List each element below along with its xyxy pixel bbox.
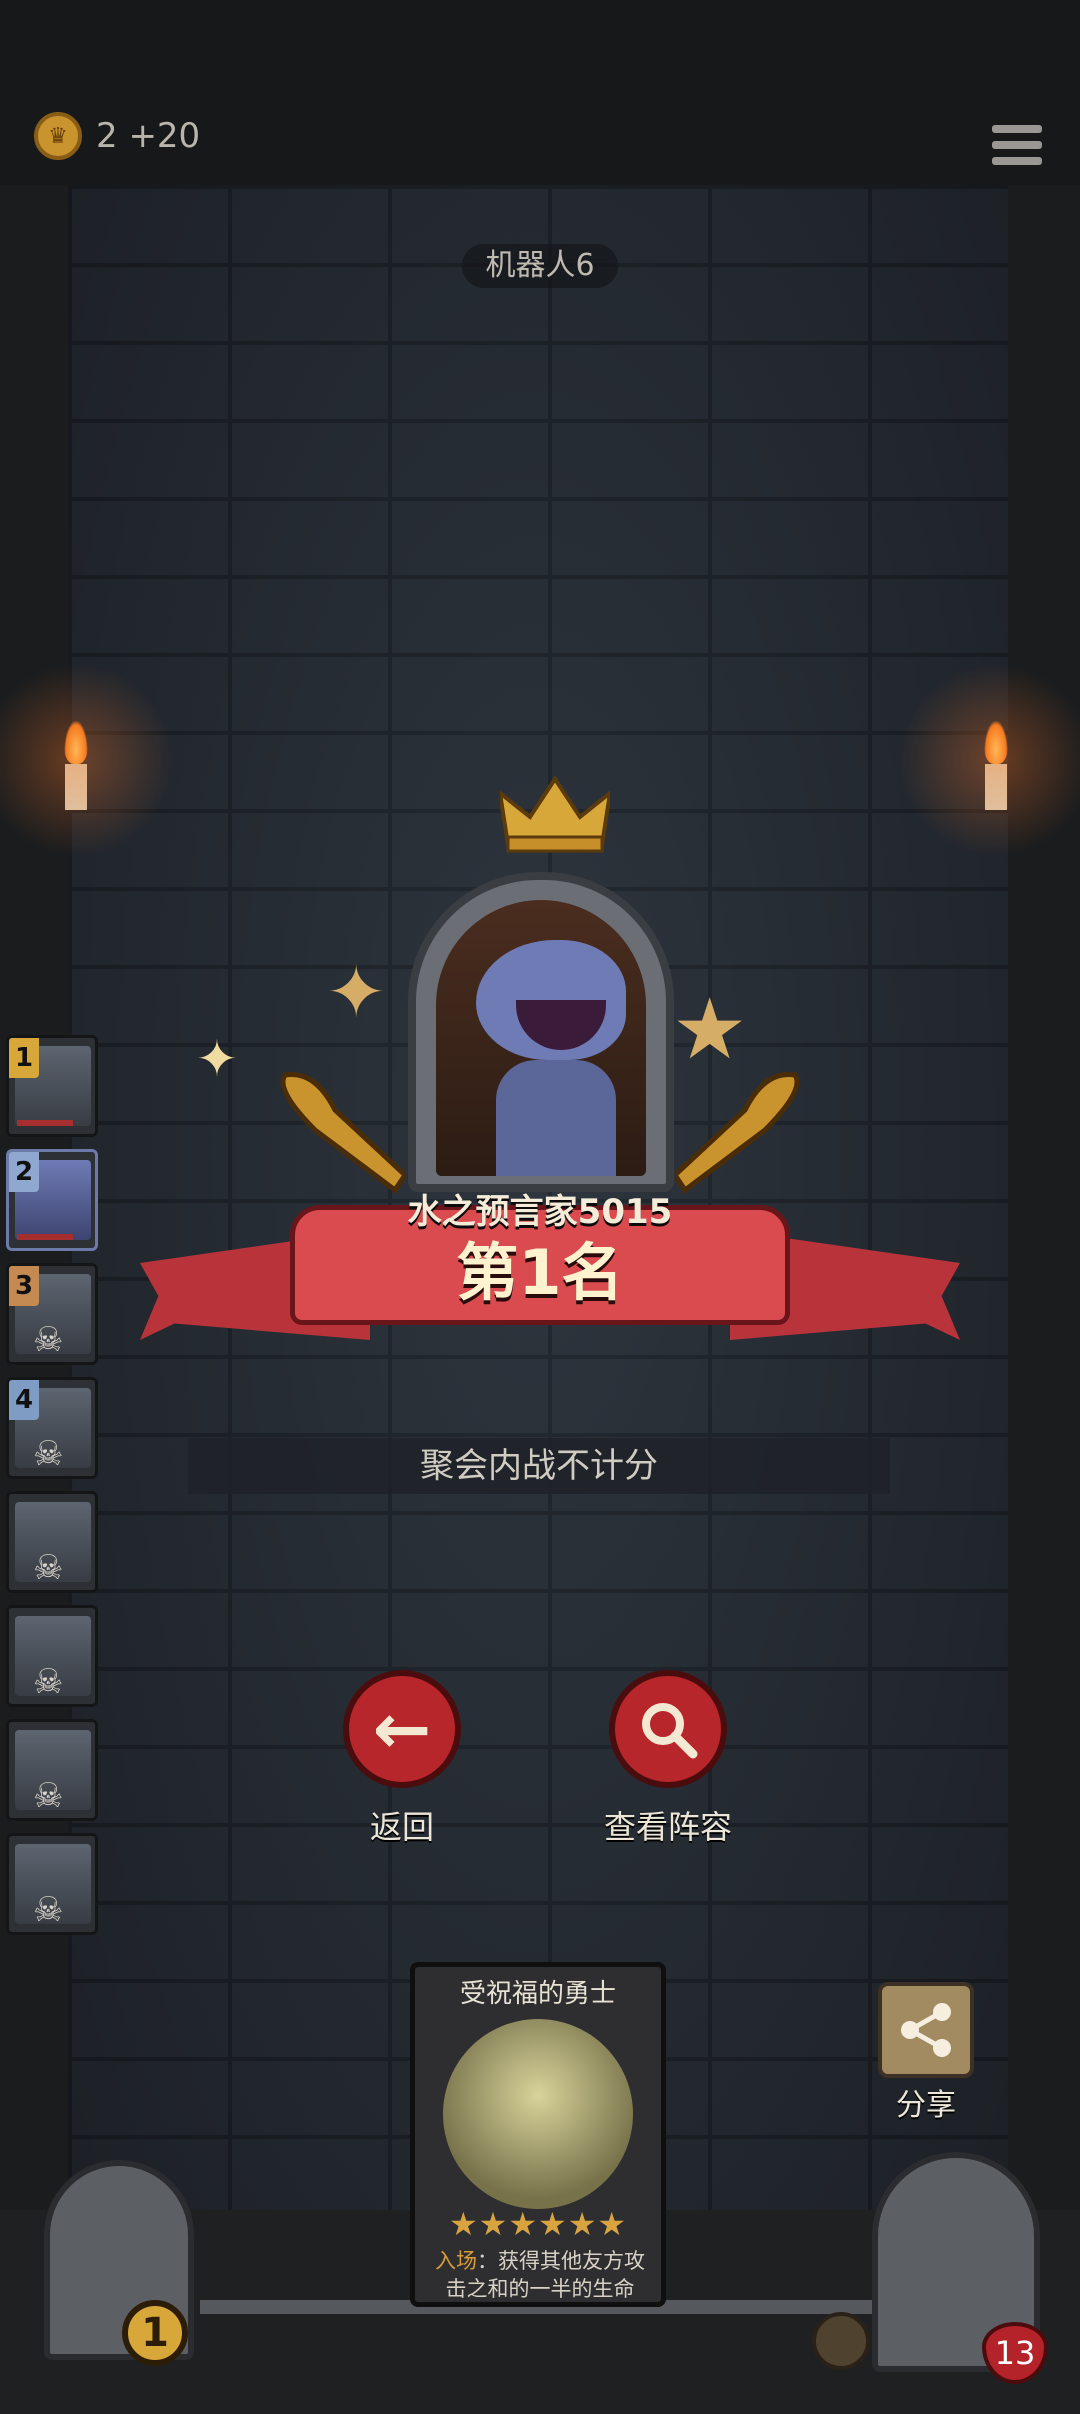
- share-label: 分享: [896, 2088, 956, 2123]
- view-lineup-button[interactable]: 查看阵容: [578, 1670, 758, 1848]
- share-button[interactable]: 分享: [878, 1982, 974, 2124]
- rank-badge: 2: [9, 1152, 39, 1192]
- hero-power-icon[interactable]: [812, 2312, 870, 2370]
- minion-card[interactable]: 受祝福的勇士 ★★★★★★ 入场：获得其他友方攻击之和的一半的生命: [410, 1962, 666, 2307]
- placement-title: 第1名: [456, 1236, 624, 1309]
- skull-icon: ☠: [33, 1662, 64, 1702]
- coin-counter: ♛ 2 +20: [34, 112, 200, 160]
- share-icon[interactable]: [878, 1982, 974, 2078]
- rank-entry-2[interactable]: 2: [6, 1149, 98, 1251]
- skull-icon: ☠: [33, 1434, 64, 1474]
- ranking-list: 1 2 3 ☠ 4 ☠ ☠ ☠ ☠ ☠: [6, 1035, 102, 1947]
- rank-entry-5[interactable]: ☠: [6, 1491, 98, 1593]
- crown-icon: [500, 775, 610, 853]
- player-hero-portrait[interactable]: 1: [14, 2160, 224, 2400]
- menu-button[interactable]: [992, 125, 1042, 175]
- health-bar: [17, 1120, 73, 1126]
- coin-value: 2 +20: [96, 116, 201, 156]
- rank-entry-1[interactable]: 1: [6, 1035, 98, 1137]
- top-bar: ♛ 2 +20: [0, 0, 1080, 185]
- health-bar: [17, 1234, 73, 1240]
- rank-badge: 4: [9, 1380, 39, 1420]
- winner-portrait-frame: [408, 872, 674, 1192]
- rank-entry-3[interactable]: 3 ☠: [6, 1263, 98, 1365]
- tavern-level-badge: 1: [122, 2300, 188, 2366]
- card-keyword: 入场: [435, 2249, 477, 2273]
- right-torch-icon: [886, 660, 1080, 860]
- menu-line: [992, 141, 1042, 149]
- magnifier-icon[interactable]: [609, 1670, 727, 1788]
- rank-entry-8[interactable]: ☠: [6, 1833, 98, 1935]
- sparkle-icon: ✦: [196, 1030, 238, 1088]
- skull-icon: ☠: [33, 1890, 64, 1930]
- rank-entry-4[interactable]: 4 ☠: [6, 1377, 98, 1479]
- hanging-star-icon: ✦: [326, 950, 387, 1034]
- rank-entry-7[interactable]: ☠: [6, 1719, 98, 1821]
- skull-icon: ☠: [33, 1548, 64, 1588]
- card-stars: ★★★★★★: [448, 2205, 628, 2243]
- back-button[interactable]: ← 返回: [312, 1670, 492, 1848]
- arrow-left-icon[interactable]: ←: [343, 1670, 461, 1788]
- view-lineup-label: 查看阵容: [603, 1808, 732, 1846]
- card-title: 受祝福的勇士: [459, 1979, 616, 2009]
- left-trumpet-icon: [280, 1071, 405, 1194]
- menu-line: [992, 157, 1042, 165]
- winner-portrait: [436, 900, 646, 1176]
- rank-badge: 3: [9, 1266, 39, 1306]
- right-pillar: [1008, 185, 1080, 2315]
- crown-coin-icon: ♛: [34, 112, 82, 160]
- back-label: 返回: [369, 1808, 434, 1846]
- room-name-label: 机器人6: [462, 244, 618, 288]
- health-heart-badge: 13: [982, 2322, 1048, 2384]
- skull-icon: ☠: [33, 1320, 64, 1360]
- hamburger-menu-icon: [992, 125, 1042, 133]
- card-artwork: [443, 2019, 633, 2209]
- right-trumpet-icon: [675, 1071, 800, 1194]
- scoring-notice: 聚会内战不计分: [188, 1438, 890, 1494]
- hanging-star-icon: ★: [672, 980, 748, 1078]
- card-description: 入场：获得其他友方攻击之和的一半的生命: [431, 2247, 649, 2303]
- rank-badge: 1: [9, 1038, 39, 1078]
- opponent-hero-portrait[interactable]: 13: [812, 2152, 1062, 2402]
- left-torch-icon: [0, 660, 186, 860]
- rank-entry-6[interactable]: ☠: [6, 1605, 98, 1707]
- skull-icon: ☠: [33, 1776, 64, 1816]
